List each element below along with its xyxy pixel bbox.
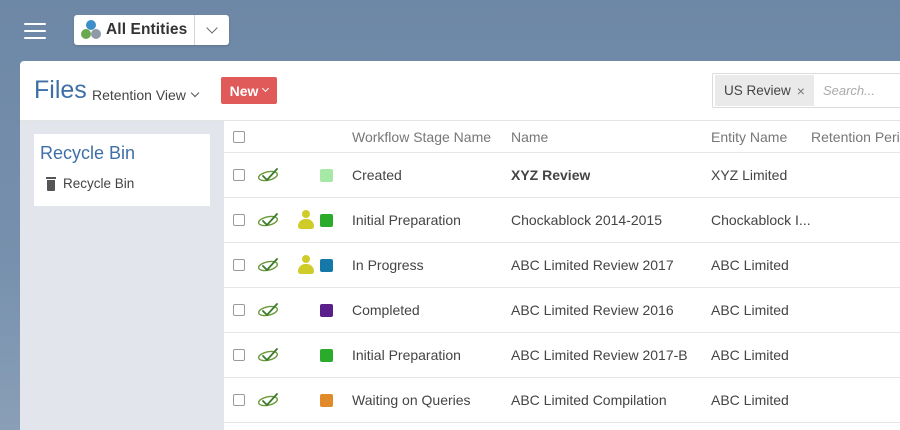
table-row[interactable]: Completed ABC Limited Review 2016 ABC Limi…: [224, 288, 900, 333]
main-panel: Files Retention View New US Review × Rec…: [20, 61, 900, 430]
entity-cell: ABC Limited: [711, 347, 789, 363]
entity-selector-label: All Entities: [106, 21, 188, 38]
select-all-checkbox[interactable]: [233, 130, 245, 143]
chevron-down-icon: [206, 22, 218, 34]
workflow-status-icon: [257, 213, 279, 227]
entity-dropdown-toggle[interactable]: [194, 15, 229, 45]
file-name-cell[interactable]: ABC Limited Review 2017-B: [511, 333, 688, 377]
view-selector[interactable]: Retention View: [92, 87, 200, 103]
new-button[interactable]: New: [221, 77, 277, 104]
filter-tag-label: US Review: [724, 83, 791, 98]
row-checkbox[interactable]: [233, 259, 245, 271]
trash-icon: [46, 176, 56, 191]
stage-color-swatch: [320, 303, 333, 317]
workflow-status-icon: [257, 258, 279, 272]
table-row[interactable]: Initial Preparation ABC Limited Review 20…: [224, 333, 900, 378]
recycle-bin-title[interactable]: Recycle Bin: [40, 143, 135, 164]
table-row[interactable]: Waiting on Queries ABC Limited Compilatio…: [224, 378, 900, 423]
workflow-status-icon: [257, 303, 279, 317]
table-header: Workflow Stage Name Name Entity Name Ret…: [224, 121, 900, 153]
chevron-down-icon: [262, 84, 270, 93]
entity-selector[interactable]: All Entities: [74, 15, 229, 45]
column-header-stage[interactable]: Workflow Stage Name: [352, 121, 491, 152]
entity-cell: ABC Limited: [711, 257, 789, 273]
table-row[interactable]: Created XYZ Review XYZ Limited: [224, 153, 900, 198]
user-icon: [298, 255, 314, 275]
stage-color-swatch: [320, 393, 333, 407]
user-icon: [298, 210, 314, 230]
row-checkbox[interactable]: [233, 349, 245, 361]
stage-color-swatch: [320, 348, 333, 362]
sidebar-item-recycle-bin[interactable]: Recycle Bin: [46, 176, 134, 191]
file-name-cell[interactable]: ABC Limited Compilation: [511, 378, 667, 422]
row-checkbox[interactable]: [233, 214, 245, 226]
column-header-entity[interactable]: Entity Name: [711, 121, 811, 152]
entity-cell: ABC Limited: [711, 392, 789, 408]
table-row[interactable]: Initial Preparation Chockablock 2014-2015…: [224, 198, 900, 243]
stage-cell: Completed: [352, 302, 420, 318]
row-checkbox[interactable]: [233, 169, 245, 181]
filter-search-box[interactable]: US Review ×: [712, 73, 900, 108]
stage-cell: Created: [352, 167, 402, 183]
entity-cell: Chockablock I...: [711, 212, 811, 228]
search-input[interactable]: [822, 83, 900, 98]
page-title: Files: [34, 76, 87, 104]
sidebar: Recycle Bin Recycle Bin: [20, 121, 224, 430]
row-checkbox[interactable]: [233, 394, 245, 406]
row-checkbox[interactable]: [233, 304, 245, 316]
workflow-status-icon: [257, 168, 279, 182]
column-header-name[interactable]: Name: [511, 121, 548, 152]
new-button-label: New: [229, 82, 259, 99]
table-row[interactable]: In Progress ABC Limited Review 2017 ABC Li…: [224, 243, 900, 288]
stage-cell: Initial Preparation: [352, 347, 461, 363]
file-name-cell[interactable]: XYZ Review: [511, 153, 590, 197]
panel-header: Files Retention View New US Review ×: [20, 61, 900, 121]
menu-icon[interactable]: [24, 23, 46, 39]
stage-color-swatch: [320, 213, 333, 227]
entity-cell: XYZ Limited: [711, 167, 788, 183]
chevron-down-icon: [190, 88, 200, 98]
file-name-cell[interactable]: ABC Limited Review 2017: [511, 243, 674, 287]
view-selector-label: Retention View: [92, 87, 186, 103]
stage-color-swatch: [320, 168, 333, 182]
file-name-cell[interactable]: ABC Limited Review 2016: [511, 288, 674, 332]
file-name-cell[interactable]: Chockablock 2014-2015: [511, 198, 662, 242]
recycle-bin-card: Recycle Bin Recycle Bin: [34, 134, 210, 206]
stage-cell: In Progress: [352, 257, 424, 273]
sidebar-item-label: Recycle Bin: [63, 176, 135, 191]
filter-tag: US Review ×: [715, 75, 814, 106]
entity-cell: ABC Limited: [711, 302, 789, 318]
files-table: Workflow Stage Name Name Entity Name Ret…: [224, 121, 900, 430]
stage-cell: Waiting on Queries: [352, 392, 471, 408]
remove-filter-icon[interactable]: ×: [797, 83, 805, 99]
stage-color-swatch: [320, 258, 333, 272]
entity-selector-main[interactable]: All Entities: [74, 15, 194, 45]
entities-logo-icon: [81, 20, 101, 40]
column-header-retention[interactable]: Retention Peri: [811, 121, 900, 152]
workflow-status-icon: [257, 348, 279, 362]
workflow-status-icon: [257, 393, 279, 407]
stage-cell: Initial Preparation: [352, 212, 461, 228]
